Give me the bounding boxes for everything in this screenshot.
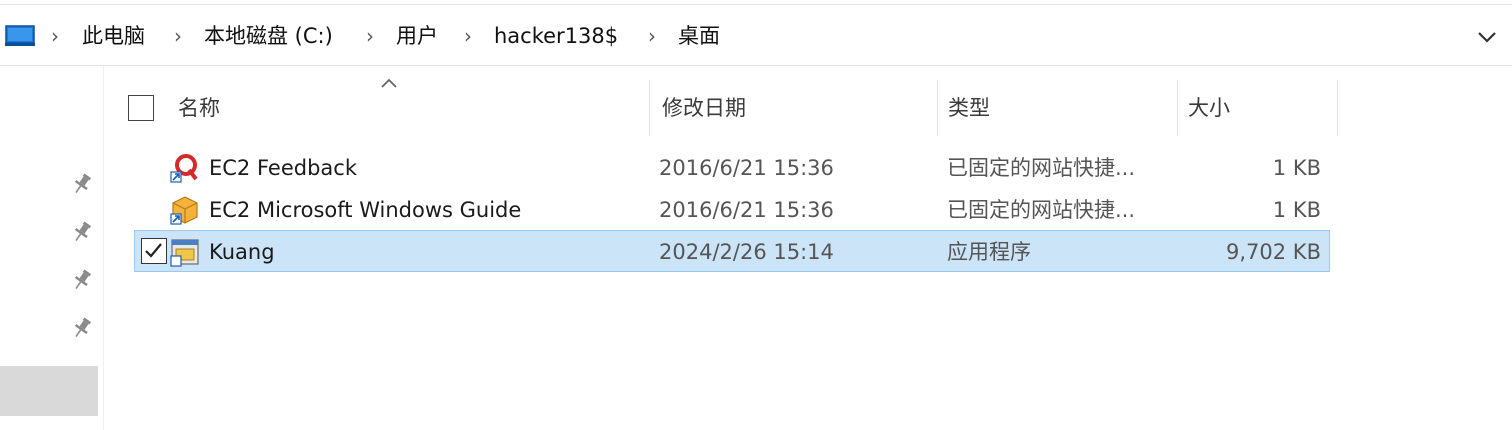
column-header-name[interactable]: 名称 <box>170 80 650 136</box>
column-header-date-modified[interactable]: 修改日期 <box>654 80 938 136</box>
checkmark-icon <box>145 243 162 258</box>
chevron-right-icon[interactable]: › <box>644 24 660 48</box>
file-name: Kuang <box>209 240 275 264</box>
web-shortcut-feedback-icon <box>170 154 198 183</box>
chevron-right-icon[interactable]: › <box>460 24 476 48</box>
file-type: 应用程序 <box>947 240 1031 264</box>
pin-icon[interactable] <box>70 172 94 196</box>
select-all-checkbox[interactable] <box>128 95 154 121</box>
file-name: EC2 Microsoft Windows Guide <box>209 198 522 222</box>
file-row[interactable]: EC2 Feedback 2016/6/21 15:36 已固定的网站快捷...… <box>134 146 1330 188</box>
row-checkbox-checked[interactable] <box>141 238 167 264</box>
pin-icon[interactable] <box>70 316 94 340</box>
breadcrumb-item-desktop[interactable]: 桌面 <box>678 21 720 51</box>
file-date-modified: 2016/6/21 15:36 <box>659 198 834 222</box>
file-size: 1 KB <box>1272 156 1321 180</box>
column-header-row: 名称 修改日期 类型 大小 <box>104 78 1344 136</box>
file-row[interactable]: EC2 Microsoft Windows Guide 2016/6/21 15… <box>134 188 1330 230</box>
file-type: 已固定的网站快捷... <box>947 198 1136 222</box>
breadcrumb: › 此电脑 › 本地磁盘 (C:) › 用户 › hacker138$ › 桌面 <box>0 5 1460 67</box>
navigation-pane <box>0 66 104 430</box>
file-size: 1 KB <box>1272 198 1321 222</box>
breadcrumb-item-this-pc[interactable]: 此电脑 <box>82 21 145 51</box>
address-bar[interactable]: › 此电脑 › 本地磁盘 (C:) › 用户 › hacker138$ › 桌面 <box>0 4 1512 66</box>
pin-icon[interactable] <box>70 268 94 292</box>
breadcrumb-item-users[interactable]: 用户 <box>396 21 438 51</box>
file-explorer-window: › 此电脑 › 本地磁盘 (C:) › 用户 › hacker138$ › 桌面 <box>0 0 1512 430</box>
file-name: EC2 Feedback <box>209 156 357 180</box>
application-icon <box>170 239 199 267</box>
nav-selected-item[interactable] <box>0 366 98 416</box>
file-size: 9,702 KB <box>1226 240 1321 264</box>
column-header-size[interactable]: 大小 <box>1180 80 1338 136</box>
breadcrumb-item-local-disk[interactable]: 本地磁盘 (C:) <box>204 21 333 51</box>
file-date-modified: 2016/6/21 15:36 <box>659 156 834 180</box>
chevron-right-icon[interactable]: › <box>170 24 186 48</box>
file-type: 已固定的网站快捷... <box>947 156 1136 180</box>
pin-icon[interactable] <box>70 220 94 244</box>
file-date-modified: 2024/2/26 15:14 <box>659 240 834 264</box>
column-header-type[interactable]: 类型 <box>940 80 1178 136</box>
breadcrumb-item-user-folder[interactable]: hacker138$ <box>494 21 618 51</box>
chevron-right-icon[interactable]: › <box>362 24 378 48</box>
chevron-down-icon[interactable] <box>1472 23 1502 51</box>
file-row-selected[interactable]: Kuang 2024/2/26 15:14 应用程序 9,702 KB <box>134 230 1330 272</box>
web-shortcut-guide-icon <box>170 196 198 225</box>
chevron-right-icon[interactable]: › <box>47 24 63 48</box>
